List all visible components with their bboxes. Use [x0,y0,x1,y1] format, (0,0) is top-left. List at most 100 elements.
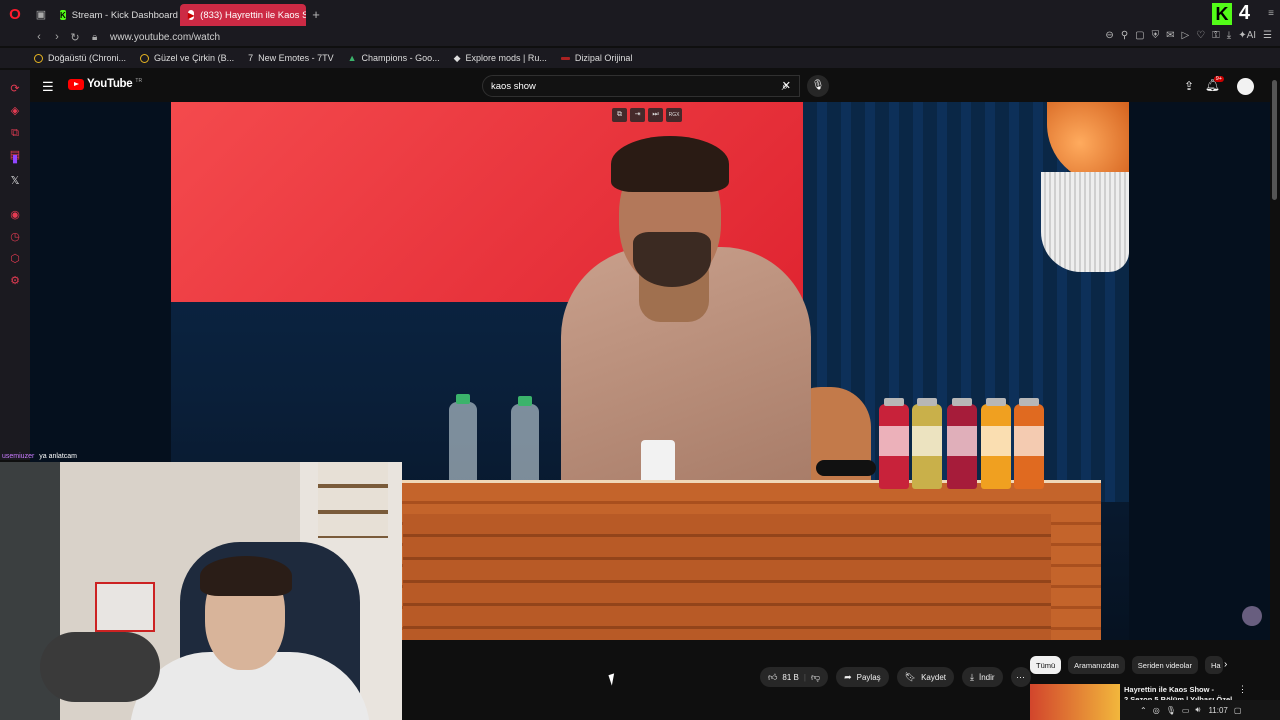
mail-icon[interactable]: ✉ [1166,30,1174,41]
youtube-header: ☰ YouTube TR ✕ ⌕ 🎙︎ ⇪ 🔔︎ 9+ [30,70,1270,102]
drive-icon: ▲ [347,53,357,63]
webcam-overlay [0,462,402,720]
lock-icon: 🔒︎ [92,31,98,43]
chip-from-search[interactable]: Aramanızdan [1068,656,1125,674]
chip-all[interactable]: Tümü [1030,656,1062,674]
bookmark-item[interactable]: Güzel ve Çirkin (B... [140,53,234,63]
tray-icon[interactable]: ◎ [1153,706,1160,715]
video-actions: 👍︎ 81 B | 👎︎ ➦ Paylaş 🔖︎ Kaydet ⤓ İndir … [760,667,1031,687]
twitch-icon[interactable]: ▮ [8,152,22,166]
streamer-microphone [40,632,160,702]
share-icon: ➦ [844,671,852,682]
circle-icon [34,53,43,63]
notification-icon[interactable]: ▢ [1234,706,1242,715]
chevron-right-icon[interactable]: › [1224,659,1227,670]
shield-icon[interactable]: ⛨ [1152,30,1160,41]
popout-icon[interactable]: ⇥ [630,108,645,122]
settings-icon[interactable]: ☰ [1263,30,1272,41]
bookmark-item[interactable]: Doğaüstü (Chroni... [34,53,126,63]
forward-icon[interactable]: › [48,31,66,43]
notification-badge: 9+ [1213,76,1224,82]
history-icon[interactable]: ⟳ [8,82,22,96]
download-button[interactable]: ⤓ İndir [962,667,1003,687]
tab-label: (833) Hayrettin ile Kaos Sh [200,9,306,21]
bookmark-item[interactable]: 7 New Emotes - 7TV [248,53,334,63]
network-icon[interactable]: ▭ [1182,706,1190,715]
volume-icon[interactable]: 🔊︎ [1195,705,1200,715]
download-icon[interactable]: ⤓ [1227,30,1231,41]
thumbs-down-icon[interactable]: 👎︎ [811,672,820,683]
download-label: İndir [978,672,995,682]
tab-kick-dashboard[interactable]: K Stream - Kick Dashboard [52,4,180,26]
system-tray: ⌃ ◎ 🎙︎ ▭ 🔊︎ 11:07 ▢ [1120,700,1280,720]
clock-icon[interactable]: ◷ [8,230,22,244]
download-icon: ⤓ [970,671,974,682]
zoom-icon[interactable]: ⊖ [1105,30,1113,41]
save-label: Kaydet [921,672,946,682]
more-vertical-icon[interactable]: ⋮ [1238,684,1247,695]
streamer-hair [200,556,292,596]
gear-icon[interactable]: ⚙ [8,274,22,288]
pin-icon[interactable]: ⚲ [1121,30,1128,41]
juice-bottle [879,398,909,489]
chip-series[interactable]: Seriden videolar [1131,656,1198,674]
more-actions-button[interactable]: ⋯ [1010,667,1031,687]
bookmark-item[interactable]: ◆ Explore mods | Ru... [454,53,547,64]
reload-icon[interactable]: ↻ [66,31,84,44]
microphone-icon[interactable]: 🎙︎ [1166,706,1176,715]
mods-icon: ◆ [453,52,461,63]
bag-icon[interactable]: ◈ [8,104,22,118]
microphone-icon[interactable]: 🎙︎ [807,75,829,97]
heart-icon[interactable]: ♡ [1196,30,1205,41]
water-bottle [449,394,477,490]
search-icon[interactable]: ⌕ [770,75,800,97]
chip-more[interactable]: Ha [1204,656,1223,674]
new-tab-button[interactable]: + [306,7,326,22]
play-icon[interactable]: ▷ [1181,30,1189,41]
search-input[interactable] [491,79,751,93]
like-button[interactable]: 👍︎ 81 B | 👎︎ [760,667,829,687]
scroll-thumb[interactable] [1272,80,1277,200]
back-icon[interactable]: ‹ [30,31,48,43]
host-beard [633,232,711,287]
rgx-button[interactable]: RGX [666,108,682,122]
wallet-icon[interactable]: ⚿ [1212,30,1220,41]
youtube-play-icon [68,78,84,90]
share-label: Paylaş [856,672,881,682]
chevron-up-icon[interactable]: ⌃ [1140,706,1147,715]
video-overlay-controls: ⧉ ⇥ ⏭ RGX [612,108,682,122]
bookmark-item[interactable]: ▲ Champions - Goo... [348,53,440,63]
workspace-icon[interactable]: ▣ [30,0,52,28]
water-bottle [511,396,539,492]
menu-icon[interactable]: ☰ [42,79,54,95]
recommended-thumbnail[interactable] [1030,684,1120,720]
youtube-logo[interactable]: YouTube TR [68,78,142,90]
related-filter-chips: Tümü Aramanızdan Seriden videolar Ha [1030,656,1223,674]
webcam-box [95,582,155,632]
browser-sidebar: ⟳ ◈ ⧉ ▤ ▮ 𝕏 ◉ ◷ ⬡ ⚙ [0,70,30,460]
ai-icon[interactable]: ✦AI [1238,30,1256,41]
game-icon[interactable]: ⧉ [8,126,22,140]
tab-youtube-active[interactable]: ▶ (833) Hayrettin ile Kaos Sh ✕ [180,4,306,26]
like-count: 81 B [782,672,799,682]
opera-logo-icon[interactable]: O [0,0,30,28]
window-menu-icon[interactable]: ≡ [1268,8,1274,19]
snapshot-icon[interactable]: ▢ [1135,30,1144,41]
next-icon[interactable]: ⏭ [648,108,663,122]
page-scrollbar[interactable] [1270,70,1280,720]
circle-icon [140,53,150,63]
channel-watermark-icon[interactable] [1242,606,1262,626]
pip-icon[interactable]: ⧉ [612,108,627,122]
share-button[interactable]: ➦ Paylaş [836,667,889,687]
upload-icon[interactable]: ⇪ [1184,79,1194,93]
bookmark-item[interactable]: Dizipal Orijinal [560,53,632,63]
juice-bottle [912,398,942,489]
x-icon[interactable]: 𝕏 [8,174,22,188]
player-icon[interactable]: ◉ [8,208,22,222]
extensions-icon[interactable]: ⬡ [8,252,22,266]
youtube-wordmark: YouTube [87,78,133,90]
save-button[interactable]: 🔖︎ Kaydet [896,667,954,687]
url-field[interactable]: www.youtube.com/watch [110,32,220,43]
dizipal-icon [560,56,570,60]
avatar[interactable] [1237,78,1254,95]
